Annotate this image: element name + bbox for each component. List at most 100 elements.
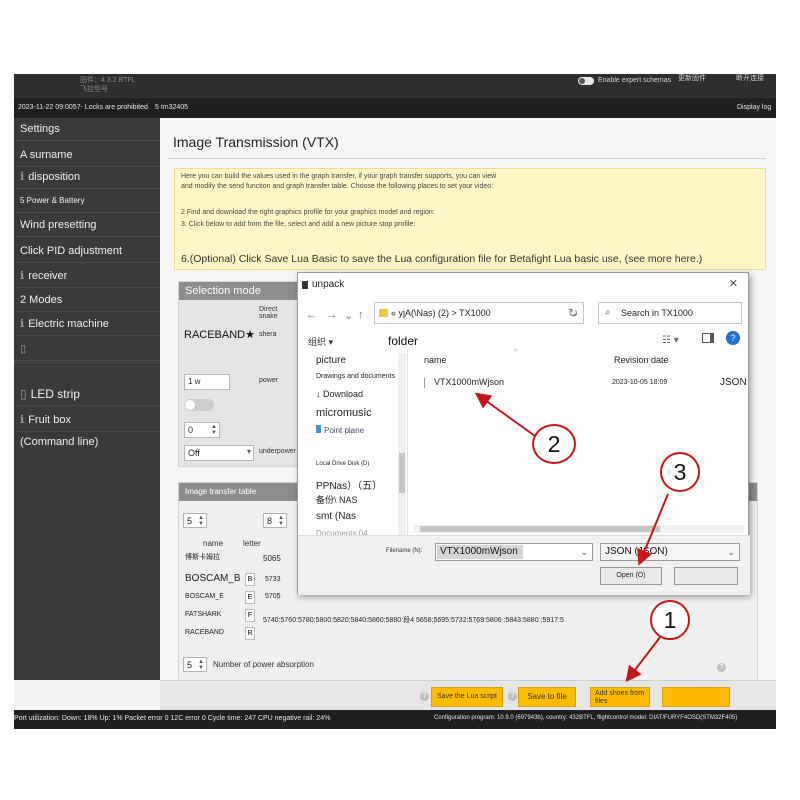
file-date: 2023-10-05 18:09 (612, 379, 668, 386)
col-name-header[interactable]: name (424, 355, 447, 365)
navigation-pane: picture Drawings and documents ↓ Downloa… (306, 351, 408, 541)
channels-count-stepper[interactable]: 8 ▲ ▼ (263, 513, 287, 528)
sidebar-item-surname[interactable]: A surname (14, 144, 160, 167)
horizontal-scroll-thumb[interactable] (420, 526, 660, 532)
note-line-5: 6.(Optional) Click Save Lua Basic to sav… (181, 253, 703, 265)
folder-icon (379, 309, 388, 317)
sidebar-item-disposition[interactable]: ℹ disposition (14, 166, 160, 189)
port-stats: Port utilization: Down: 18% Up: 1% Packe… (14, 715, 331, 722)
open-button[interactable]: Open (O) (600, 567, 662, 585)
config-info: Configuration program: 10.9.0 (697943b),… (434, 715, 738, 721)
sidebar-item-motors[interactable]: ℹ Electric machine (14, 313, 160, 336)
sidebar-item-led-strip[interactable]: ▯ LED strip (14, 383, 160, 406)
nav-scrollbar[interactable] (398, 353, 406, 539)
sidebar-item-fruit-box[interactable]: ℹ Fruit box (14, 409, 160, 432)
sidebar-item-receiver[interactable]: ℹ receiver (14, 265, 160, 288)
info-icon: ℹ (20, 318, 25, 330)
note-line-1: Here you can build the values used in th… (181, 173, 497, 180)
col-date-header[interactable]: Revision date (614, 355, 669, 365)
band-letter[interactable]: B (245, 573, 255, 586)
note-line-2: and modify the send function and graph t… (181, 183, 494, 190)
new-folder-button[interactable]: folder (388, 334, 418, 348)
band-name: FATSHARK (185, 611, 222, 618)
title-divider (168, 158, 766, 159)
nav-scroll-thumb[interactable] (399, 453, 405, 493)
sidebar-item-power-battery[interactable]: 5 Power & Battery (14, 190, 160, 213)
band-freq: 5733 (265, 576, 281, 583)
power-select[interactable]: 1 w (184, 374, 230, 390)
pit-mode-select[interactable]: Off ▾ (184, 445, 254, 461)
expert-mode-toggle[interactable] (578, 77, 594, 85)
organize-menu[interactable]: 组织 ▾ (308, 335, 333, 348)
file-name: VTX1000mWjson (434, 377, 505, 387)
file-open-dialog: unpack ✕ ← → ⌄ ↑ « yjA(\Nas) (2) > TX100… (297, 272, 750, 595)
filename-input[interactable]: VTX1000mWjson ⌄ (435, 543, 593, 561)
refresh-icon[interactable]: ↻ (568, 306, 578, 320)
enable-toggle[interactable] (184, 399, 214, 411)
fc-model-label: 飞控型号 (80, 86, 108, 93)
sidebar-item-vtx[interactable] (14, 362, 160, 363)
disconnect-button[interactable]: 断开连接 (736, 74, 764, 83)
sidebar-item-pid[interactable]: Click PID adjustment (14, 240, 160, 263)
col-letter-header: letter (243, 539, 261, 548)
extra-action-button[interactable] (662, 687, 730, 707)
info-icon: ℹ (20, 270, 25, 282)
update-firmware-button[interactable]: 更新固件 (678, 74, 706, 83)
save-to-file-button[interactable]: Save to file (518, 687, 576, 707)
save-lua-script-button[interactable]: Save the Lua script (431, 687, 503, 707)
sidebar-item-unnamed[interactable]: ▯ (14, 338, 160, 361)
log-bar: 2023-11-22 09:0057- Locks are prohibited… (14, 98, 776, 118)
band-name: BOSCAM_E (185, 593, 224, 600)
chevron-down-icon[interactable]: ⌄ (344, 309, 353, 322)
bands-count-stepper[interactable]: 5 ▲ ▼ (183, 513, 207, 528)
up-arrow-icon[interactable]: ↑ (358, 309, 364, 321)
nav-item[interactable]: ↓ Download (316, 389, 363, 399)
nav-item[interactable]: micromusic (316, 407, 372, 419)
close-icon[interactable]: ✕ (729, 277, 738, 290)
help-icon[interactable]: ? (726, 331, 740, 345)
nav-item[interactable]: picture (316, 355, 346, 366)
file-row[interactable]: VTX1000mWjson 2023-10-05 18:09 JSON (414, 375, 747, 391)
tab-icon: ▯ (20, 343, 27, 355)
nav-item[interactable]: PPNas）（五） (316, 477, 382, 492)
chevron-down-icon[interactable]: ⌄ (580, 544, 588, 560)
preview-pane-icon[interactable] (702, 333, 714, 343)
stepper-arrows-icon: ▲ ▼ (278, 515, 284, 527)
load-from-file-button[interactable]: Add shoes from files (590, 687, 650, 707)
file-type: JSON (720, 377, 747, 388)
sidebar-item-settings[interactable]: Settings (14, 118, 160, 141)
channel-stepper[interactable]: 0 ▲ ▼ (184, 422, 220, 438)
band-letter[interactable]: F (245, 609, 255, 622)
sidebar-item-cli[interactable]: (Command line) (14, 431, 160, 453)
back-arrow-icon[interactable]: ← (306, 309, 317, 321)
sidebar-item-wind-presetting[interactable]: Wind presetting (14, 214, 160, 237)
band-name: RACEBAND (185, 629, 224, 636)
stepper-arrows-icon: ▲ ▼ (198, 659, 204, 671)
nav-item[interactable]: Local Drive Disk (D) (316, 461, 369, 467)
note-line-4: 3. Click below to add from the file, sel… (181, 221, 416, 228)
band-letter[interactable]: R (245, 627, 255, 640)
sidebar-item-modes[interactable]: 2 Modes (14, 289, 160, 312)
forward-arrow-icon[interactable]: → (326, 309, 337, 321)
help-icon[interactable]: ? (420, 692, 429, 701)
band-freq: 5705 (265, 593, 281, 600)
nav-item[interactable]: Point plane (316, 425, 364, 435)
nav-item[interactable]: Drawings and documents (316, 373, 395, 380)
filetype-select[interactable]: JSON (JSON) ⌄ (600, 543, 740, 561)
display-log-link[interactable]: Display log (737, 104, 771, 111)
help-icon[interactable]: ? (508, 692, 517, 701)
address-bar[interactable]: « yjA(\Nas) (2) > TX1000 ⌄ (374, 302, 584, 324)
drive-icon (316, 425, 321, 433)
help-icon[interactable]: ? (717, 663, 726, 672)
power-levels-stepper[interactable]: 5 ▲ ▼ (183, 657, 207, 672)
view-options-icon[interactable]: ☷ ▾ (662, 335, 679, 346)
search-input[interactable]: ⌕ Search in TX1000 (598, 302, 742, 324)
band-letter[interactable]: E (245, 591, 255, 604)
band-name: 博斯卡姆拉 (185, 554, 220, 561)
chevron-down-icon: ⌄ (727, 547, 735, 557)
expert-mode-label: Enable expert schemas (598, 77, 672, 84)
nav-item[interactable]: 备份\ NAS (316, 493, 358, 506)
callout-2: 2 (532, 424, 576, 464)
nav-item[interactable]: smt (Nas (316, 511, 356, 522)
cancel-button[interactable] (674, 567, 738, 585)
